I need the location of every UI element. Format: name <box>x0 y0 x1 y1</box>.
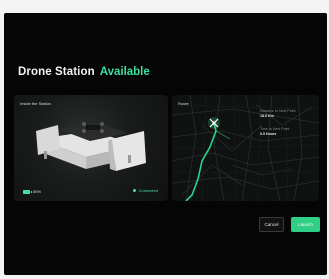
route-panel-label: Route <box>178 101 189 106</box>
route-map[interactable] <box>172 95 319 201</box>
station-panel: Inside the Station 85% Connected <box>14 95 168 201</box>
distance-info: Distance to Next Point 18.0 Km <box>260 109 296 119</box>
connected-dot-icon <box>132 189 136 192</box>
battery-icon <box>23 189 32 194</box>
cancel-button[interactable]: Cancel <box>259 217 284 232</box>
status-badge: Available <box>99 66 150 78</box>
dialog-title: Drone Station <box>18 66 95 78</box>
battery-level: 85% <box>33 189 42 194</box>
time-info: Time to Next Point 0.5 Hours <box>260 127 289 137</box>
battery-status: 85% <box>23 189 41 194</box>
connection-status: Connected <box>132 188 158 193</box>
route-panel[interactable]: Route Distance to Next Point 18.0 Km Tim… <box>172 95 319 201</box>
drone-station-dialog: Drone Station Available Inside the Stati… <box>4 13 327 275</box>
drone-marker-icon <box>208 117 220 129</box>
connection-text: Connected <box>138 188 158 193</box>
drone-station-image <box>36 122 146 171</box>
launch-button[interactable]: Launch <box>291 217 320 232</box>
time-value: 0.5 Hours <box>260 132 277 136</box>
distance-value: 18.0 Km <box>260 114 274 118</box>
dialog-header: Drone Station Available <box>18 66 150 84</box>
